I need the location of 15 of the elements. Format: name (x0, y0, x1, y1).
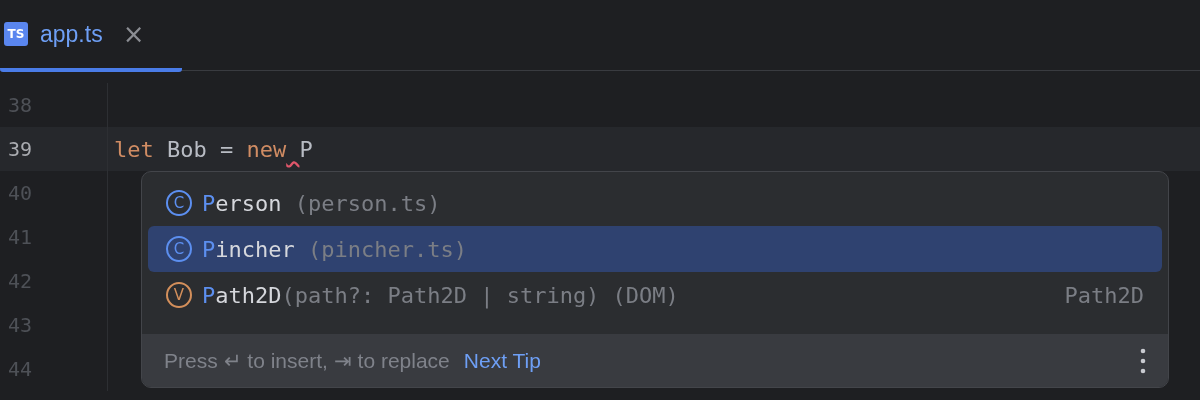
completion-item[interactable]: V Path2D(path?: Path2D | string) (DOM) Path2D (148, 272, 1162, 318)
variable-icon: V (166, 282, 192, 308)
line-number: 39 (0, 127, 108, 171)
typescript-file-icon: TS (4, 22, 28, 46)
file-tab[interactable]: TS app.ts × (0, 0, 182, 72)
close-icon[interactable]: × (122, 19, 145, 49)
next-tip-link[interactable]: Next Tip (463, 348, 541, 373)
code-line: let Bob = new P (114, 136, 313, 162)
completion-item[interactable]: C Person (person.ts) (148, 180, 1162, 226)
tab-label: app.ts (40, 20, 103, 48)
class-icon: C (166, 236, 192, 262)
completion-item[interactable]: C Pincher (pincher.ts) (148, 226, 1162, 272)
more-icon[interactable] (1140, 347, 1146, 374)
hint-text: Press ↵ to insert, ⇥ to replace (164, 348, 450, 373)
class-icon: C (166, 190, 192, 216)
